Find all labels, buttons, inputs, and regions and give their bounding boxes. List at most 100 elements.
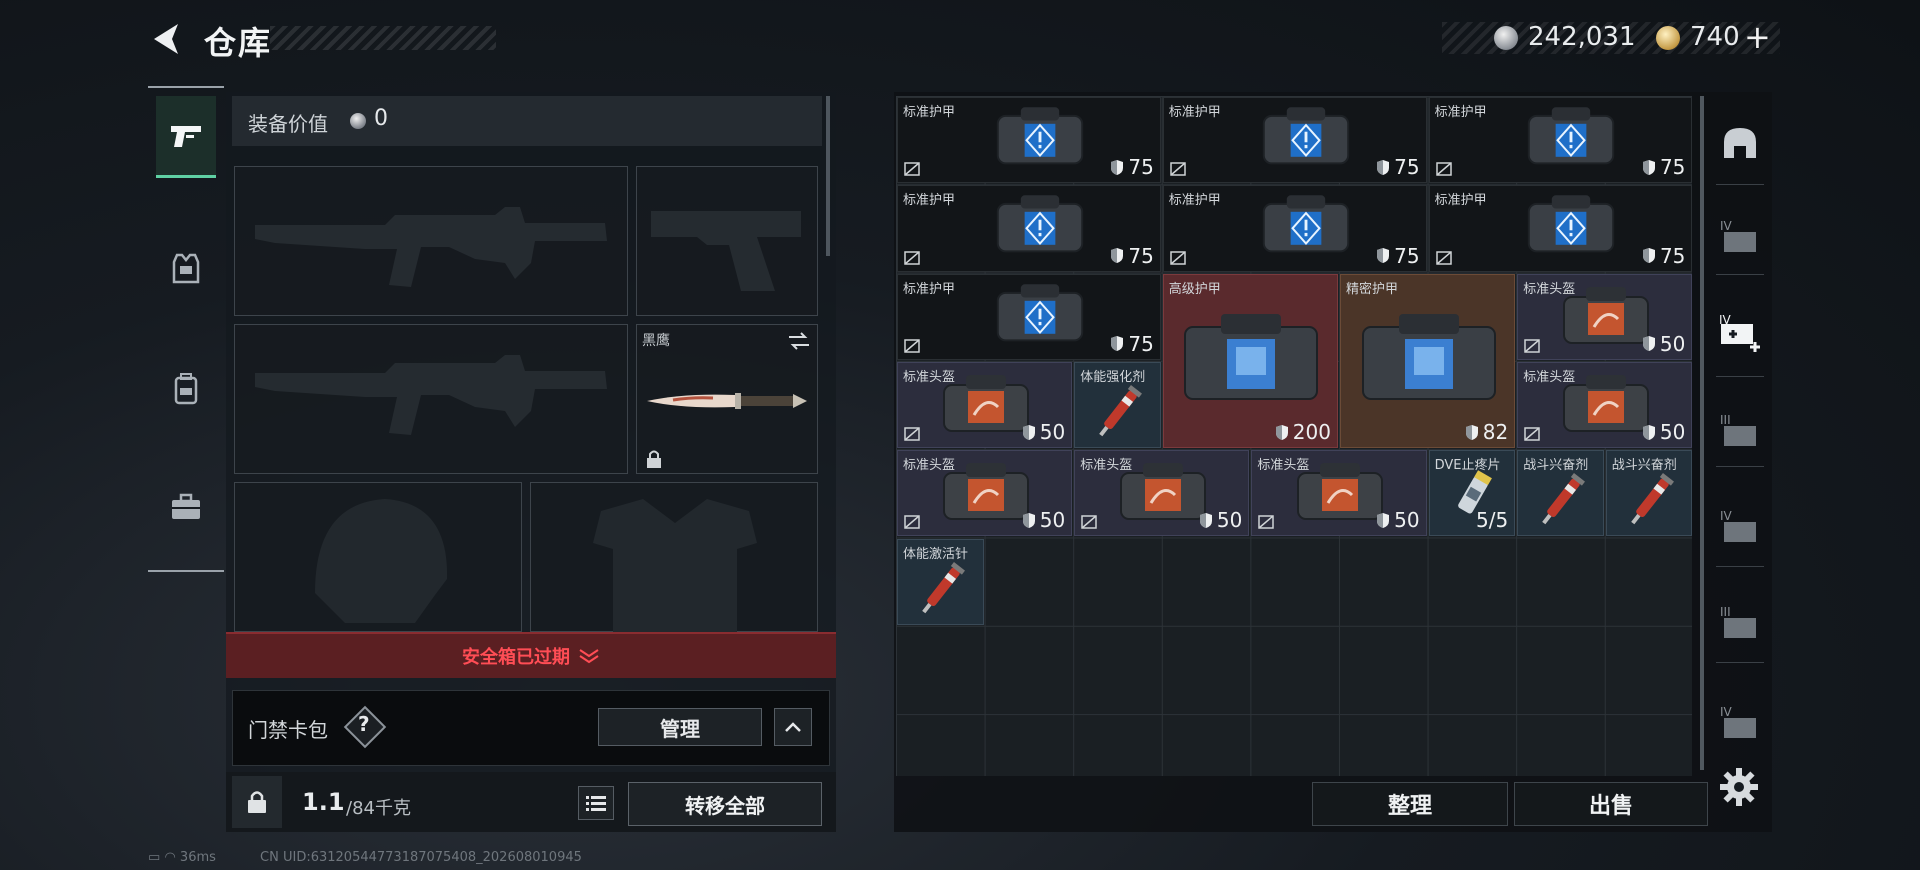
chevron-up-icon — [785, 722, 801, 732]
item-name: 标准护甲 — [903, 281, 956, 297]
item-name: 精密护甲 — [1346, 281, 1399, 297]
rail-container-iv-b[interactable]: IV — [1716, 502, 1764, 550]
item-name: 标准护甲 — [1434, 105, 1487, 120]
rail-container-iii-b[interactable]: III — [1716, 598, 1764, 646]
sort-button[interactable]: 整理 — [1312, 782, 1508, 826]
tab-backpack[interactable] — [156, 348, 216, 430]
list-view-button[interactable] — [578, 786, 614, 820]
armor-bag-icon — [1361, 313, 1496, 400]
backpack-icon — [174, 373, 198, 405]
safe-box-expired-banner[interactable]: 安全箱已过期 — [226, 632, 836, 678]
primary-weapon-slot[interactable] — [234, 166, 628, 316]
loadout-scrollbar[interactable] — [826, 96, 830, 256]
inventory-item[interactable]: 标准头盔 50 — [1517, 273, 1693, 360]
sell-button[interactable]: 出售 — [1514, 782, 1708, 826]
inventory-item[interactable]: 精密护甲 82 — [1340, 273, 1516, 449]
status-bar: ▭ ◠ 36ms CN UID:63120544773187075408_202… — [148, 850, 582, 865]
helmet-bag-icon — [1296, 463, 1383, 521]
inventory-item[interactable]: 标准头盔 50 — [897, 361, 1073, 449]
rail-divider — [1716, 466, 1764, 467]
pistol-silhouette-icon — [651, 211, 801, 291]
tab-weapons[interactable] — [156, 96, 216, 178]
inventory-item[interactable]: 标准护甲 75 — [1162, 185, 1427, 272]
tab-briefcase[interactable] — [156, 466, 216, 548]
uid-text: CN UID:63120544773187075408_202608010945 — [260, 850, 582, 865]
svg-text:IV: IV — [1720, 705, 1733, 719]
item-durability: 50 — [1199, 508, 1242, 532]
shield-icon — [1199, 512, 1212, 528]
inventory-item[interactable]: 标准头盔 50 — [897, 450, 1073, 537]
shield-icon — [1465, 424, 1478, 440]
add-currency-button[interactable]: + — [1744, 18, 1771, 56]
melee-weapon-name: 黑鹰 — [642, 333, 670, 349]
armor-vest-icon — [172, 253, 200, 284]
item-value: 5/5 — [1476, 508, 1509, 533]
inventory-item[interactable]: 标准护甲 75 — [897, 185, 1161, 272]
helmet-bag-icon — [1562, 286, 1649, 344]
rifle-silhouette-icon — [255, 355, 607, 435]
sidearm-slot[interactable] — [636, 166, 818, 316]
not-insured-icon — [904, 427, 920, 441]
inventory-item[interactable]: 高级护甲 200 — [1162, 273, 1338, 449]
equip-value-label: 装备价值 — [248, 112, 328, 136]
item-value: 75 — [1659, 155, 1686, 180]
back-button[interactable] — [148, 20, 182, 58]
not-insured-icon — [1435, 250, 1452, 265]
lock-toggle-button[interactable] — [232, 776, 282, 828]
armor-slot[interactable] — [530, 482, 818, 633]
inventory-item[interactable]: 体能强化剂 — [1074, 361, 1161, 449]
swap-icon[interactable] — [787, 331, 811, 351]
svg-text:III: III — [1720, 413, 1731, 427]
inventory-item[interactable]: 标准护甲 75 — [897, 97, 1161, 184]
helmet-slot[interactable] — [234, 482, 522, 632]
armor-bag-unknown-icon — [996, 195, 1084, 253]
container-iv-b-icon: IV — [1720, 509, 1756, 542]
inventory-item[interactable]: 战斗兴奋剂 — [1517, 450, 1604, 537]
inventory-scrollbar[interactable] — [1700, 96, 1704, 770]
syringe-icon — [922, 561, 966, 613]
collapse-button[interactable] — [774, 708, 812, 746]
rail-container-iv[interactable]: IV — [1716, 212, 1764, 260]
helmet-rail-icon — [1724, 128, 1756, 158]
inventory-item[interactable]: 标准护甲 75 — [1428, 97, 1693, 184]
rail-container-iv-c[interactable]: IV — [1716, 698, 1764, 746]
not-insured-icon — [904, 250, 920, 265]
not-insured-icon — [904, 339, 920, 353]
item-name: 标准护甲 — [1168, 105, 1221, 120]
item-value: 50 — [1216, 508, 1243, 533]
item-durability: 75 — [1642, 244, 1685, 268]
inventory-grid[interactable]: 标准护甲 75 标准护甲 75 标准护甲 75 标准护甲 75 标准护甲 75 … — [896, 96, 1693, 776]
inventory-item[interactable]: 标准头盔 50 — [1517, 361, 1693, 449]
manage-button[interactable]: 管理 — [598, 708, 762, 746]
page-title: 仓库 — [204, 24, 273, 62]
item-durability: 75 — [1376, 155, 1420, 179]
inventory-item[interactable]: DVE止疼片 5/5 — [1428, 450, 1516, 537]
gear-icon[interactable] — [1718, 766, 1760, 808]
shield-icon — [1642, 159, 1655, 175]
inventory-item[interactable]: 标准头盔 50 — [1251, 450, 1427, 537]
secondary-weapon-slot[interactable] — [234, 324, 628, 474]
inventory-item[interactable]: 标准头盔 50 — [1074, 450, 1250, 537]
item-durability: 50 — [1376, 508, 1420, 532]
inventory-item[interactable]: 体能激活针 — [897, 538, 984, 625]
item-durability: 75 — [1642, 155, 1685, 179]
inventory-item[interactable]: 标准护甲 75 — [1162, 97, 1427, 184]
armor-bag-unknown-icon — [996, 283, 1084, 341]
not-insured-icon — [904, 515, 920, 530]
rail-container-add[interactable]: IV — [1716, 308, 1764, 356]
shield-icon — [1022, 512, 1035, 528]
rail-helmet-container[interactable] — [1716, 120, 1764, 168]
transfer-all-button[interactable]: 转移全部 — [628, 782, 822, 826]
pistol-icon — [171, 125, 201, 147]
inventory-item[interactable]: 标准护甲 75 — [1428, 185, 1693, 272]
item-durability: 82 — [1465, 420, 1508, 444]
item-value: 82 — [1482, 420, 1509, 445]
tab-gear[interactable] — [156, 228, 216, 310]
rail-container-iii[interactable]: III — [1716, 406, 1764, 454]
inventory-item[interactable]: 战斗兴奋剂 — [1605, 450, 1693, 537]
inventory-item[interactable]: 标准护甲 75 — [897, 273, 1161, 360]
silver-amount: 242,031 — [1528, 22, 1636, 52]
shield-icon — [1377, 159, 1390, 175]
item-value: 50 — [1039, 420, 1066, 445]
list-icon — [586, 796, 606, 811]
